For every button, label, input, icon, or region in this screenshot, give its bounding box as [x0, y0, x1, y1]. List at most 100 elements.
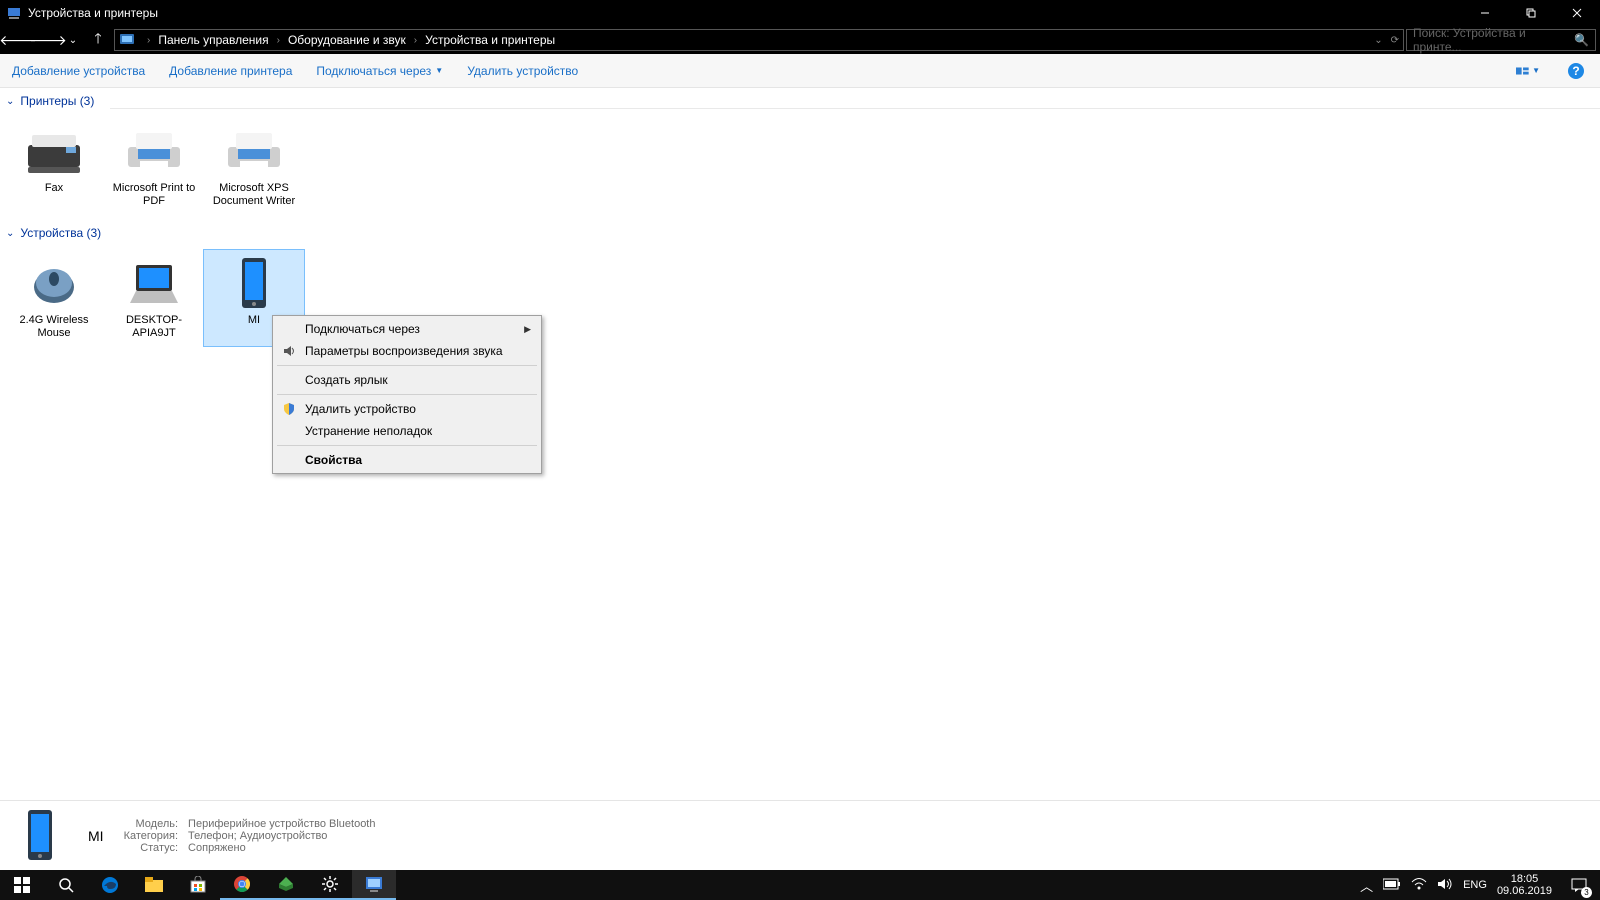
device-label: Microsoft XPS Document Writer	[210, 182, 298, 208]
separator	[277, 365, 537, 366]
store-button[interactable]	[176, 870, 220, 900]
wifi-icon[interactable]	[1411, 878, 1427, 893]
view-options-button[interactable]: ▼	[1516, 59, 1540, 83]
recent-locations-button[interactable]: ⌄	[64, 28, 82, 52]
printer-icon	[218, 124, 290, 180]
navbar: 🡐 🡒 ⌄ 🡑 › Панель управления › Оборудован…	[0, 26, 1600, 54]
group-title: Принтеры (3)	[20, 94, 94, 108]
chevron-right-icon: ›	[277, 35, 280, 46]
window-title: Устройства и принтеры	[28, 6, 158, 20]
device-label: DESKTOP-APIA9JT	[110, 314, 198, 340]
details-pane: MI Модель: Периферийное устройство Bluet…	[0, 800, 1600, 870]
search-button[interactable]	[44, 870, 88, 900]
action-center-button[interactable]: 3	[1562, 870, 1596, 900]
details-model-key: Модель:	[124, 818, 178, 830]
details-name: MI	[88, 828, 104, 844]
devices-items: 2.4G Wireless Mouse DESKTOP-APIA9JT	[0, 242, 1600, 350]
add-printer-button[interactable]: Добавление принтера	[169, 64, 292, 78]
remove-device-button[interactable]: Удалить устройство	[467, 64, 578, 78]
chrome-button[interactable]	[220, 870, 264, 900]
chevron-down-icon: ⌄	[6, 96, 14, 107]
ctx-sound-playback[interactable]: Параметры воспроизведения звука	[275, 340, 539, 362]
svg-text:?: ?	[1572, 64, 1579, 78]
app-icon	[6, 5, 22, 21]
forward-button[interactable]: 🡒	[34, 28, 62, 52]
separator	[277, 445, 537, 446]
battery-icon[interactable]	[1383, 878, 1401, 893]
group-title: Устройства (3)	[20, 226, 101, 240]
address-bar[interactable]: › Панель управления › Оборудование и зву…	[114, 29, 1404, 51]
chevron-right-icon: ›	[414, 35, 417, 46]
group-header-printers[interactable]: ⌄ Принтеры (3)	[0, 88, 1600, 110]
fax-icon	[18, 124, 90, 180]
context-menu: Подключаться через Параметры воспроизвед…	[272, 315, 542, 474]
file-explorer-button[interactable]	[132, 870, 176, 900]
group-header-devices[interactable]: ⌄ Устройства (3)	[0, 220, 1600, 242]
clock-time: 18:05	[1511, 873, 1539, 885]
devices-icon	[119, 32, 135, 48]
chevron-right-icon: ›	[147, 35, 150, 46]
ctx-create-shortcut[interactable]: Создать ярлык	[275, 369, 539, 391]
phone-icon	[12, 808, 68, 864]
connect-via-button[interactable]: Подключаться через▼	[316, 64, 443, 78]
printer-icon	[118, 124, 190, 180]
device-item-print-to-pdf[interactable]: Microsoft Print to PDF	[104, 118, 204, 214]
clock[interactable]: 18:05 09.06.2019	[1497, 873, 1552, 897]
maximize-button[interactable]	[1508, 0, 1554, 26]
back-button[interactable]: 🡐	[4, 28, 32, 52]
taskbar: ︿ ENG 18:05 09.06.2019 3	[0, 870, 1600, 900]
command-bar: Добавление устройства Добавление принтер…	[0, 54, 1600, 88]
device-item-xps-writer[interactable]: Microsoft XPS Document Writer	[204, 118, 304, 214]
printers-items: Fax Microsoft Print to PDF	[0, 110, 1600, 218]
shield-icon	[281, 401, 297, 417]
ctx-connect-via[interactable]: Подключаться через	[275, 318, 539, 340]
device-item-fax[interactable]: Fax	[4, 118, 104, 214]
language-indicator[interactable]: ENG	[1463, 879, 1487, 891]
breadcrumb-item[interactable]: Устройства и принтеры	[425, 33, 555, 47]
system-tray: ︿ ENG 18:05 09.06.2019 3	[1360, 870, 1600, 900]
details-category-key: Категория:	[124, 830, 178, 842]
laptop-icon	[118, 256, 190, 312]
ctx-troubleshoot[interactable]: Устранение неполадок	[275, 420, 539, 442]
add-device-button[interactable]: Добавление устройства	[12, 64, 145, 78]
titlebar: Устройства и принтеры	[0, 0, 1600, 26]
content-area: ⌄ Принтеры (3) Fax	[0, 88, 1600, 800]
ctx-remove-device[interactable]: Удалить устройство	[275, 398, 539, 420]
volume-icon[interactable]	[1437, 877, 1453, 894]
address-dropdown-button[interactable]: ⌄	[1374, 35, 1382, 46]
mouse-icon	[18, 256, 90, 312]
close-button[interactable]	[1554, 0, 1600, 26]
search-icon: 🔍	[1574, 33, 1589, 47]
details-model-value: Периферийное устройство Bluetooth	[188, 818, 375, 830]
start-button[interactable]	[0, 870, 44, 900]
phone-icon	[218, 256, 290, 312]
device-item-mouse[interactable]: 2.4G Wireless Mouse	[4, 250, 104, 346]
ctx-properties[interactable]: Свойства	[275, 449, 539, 471]
device-label: MI	[248, 314, 260, 327]
device-item-desktop[interactable]: DESKTOP-APIA9JT	[104, 250, 204, 346]
help-button[interactable]: ?	[1564, 59, 1588, 83]
search-placeholder: Поиск: Устройства и принте...	[1413, 26, 1574, 54]
speaker-icon	[281, 343, 297, 359]
breadcrumb-item[interactable]: Оборудование и звук	[288, 33, 406, 47]
device-label: Microsoft Print to PDF	[110, 182, 198, 208]
clock-date: 09.06.2019	[1497, 885, 1552, 897]
up-button[interactable]: 🡑	[84, 28, 112, 52]
device-label: 2.4G Wireless Mouse	[10, 314, 98, 340]
separator	[277, 394, 537, 395]
control-panel-button[interactable]	[352, 870, 396, 900]
search-box[interactable]: Поиск: Устройства и принте... 🔍	[1406, 29, 1596, 51]
settings-button[interactable]	[308, 870, 352, 900]
app-button-green[interactable]	[264, 870, 308, 900]
edge-button[interactable]	[88, 870, 132, 900]
refresh-button[interactable]: ⟳	[1391, 35, 1399, 46]
notification-count: 3	[1581, 887, 1592, 898]
chevron-down-icon: ⌄	[6, 228, 14, 239]
minimize-button[interactable]	[1462, 0, 1508, 26]
details-status-key: Статус:	[124, 842, 178, 854]
device-label: Fax	[45, 182, 63, 195]
breadcrumb-item[interactable]: Панель управления	[158, 33, 268, 47]
details-category-value: Телефон; Аудиоустройство	[188, 830, 375, 842]
details-status-value: Сопряжено	[188, 842, 375, 854]
tray-overflow-button[interactable]: ︿	[1360, 876, 1373, 895]
